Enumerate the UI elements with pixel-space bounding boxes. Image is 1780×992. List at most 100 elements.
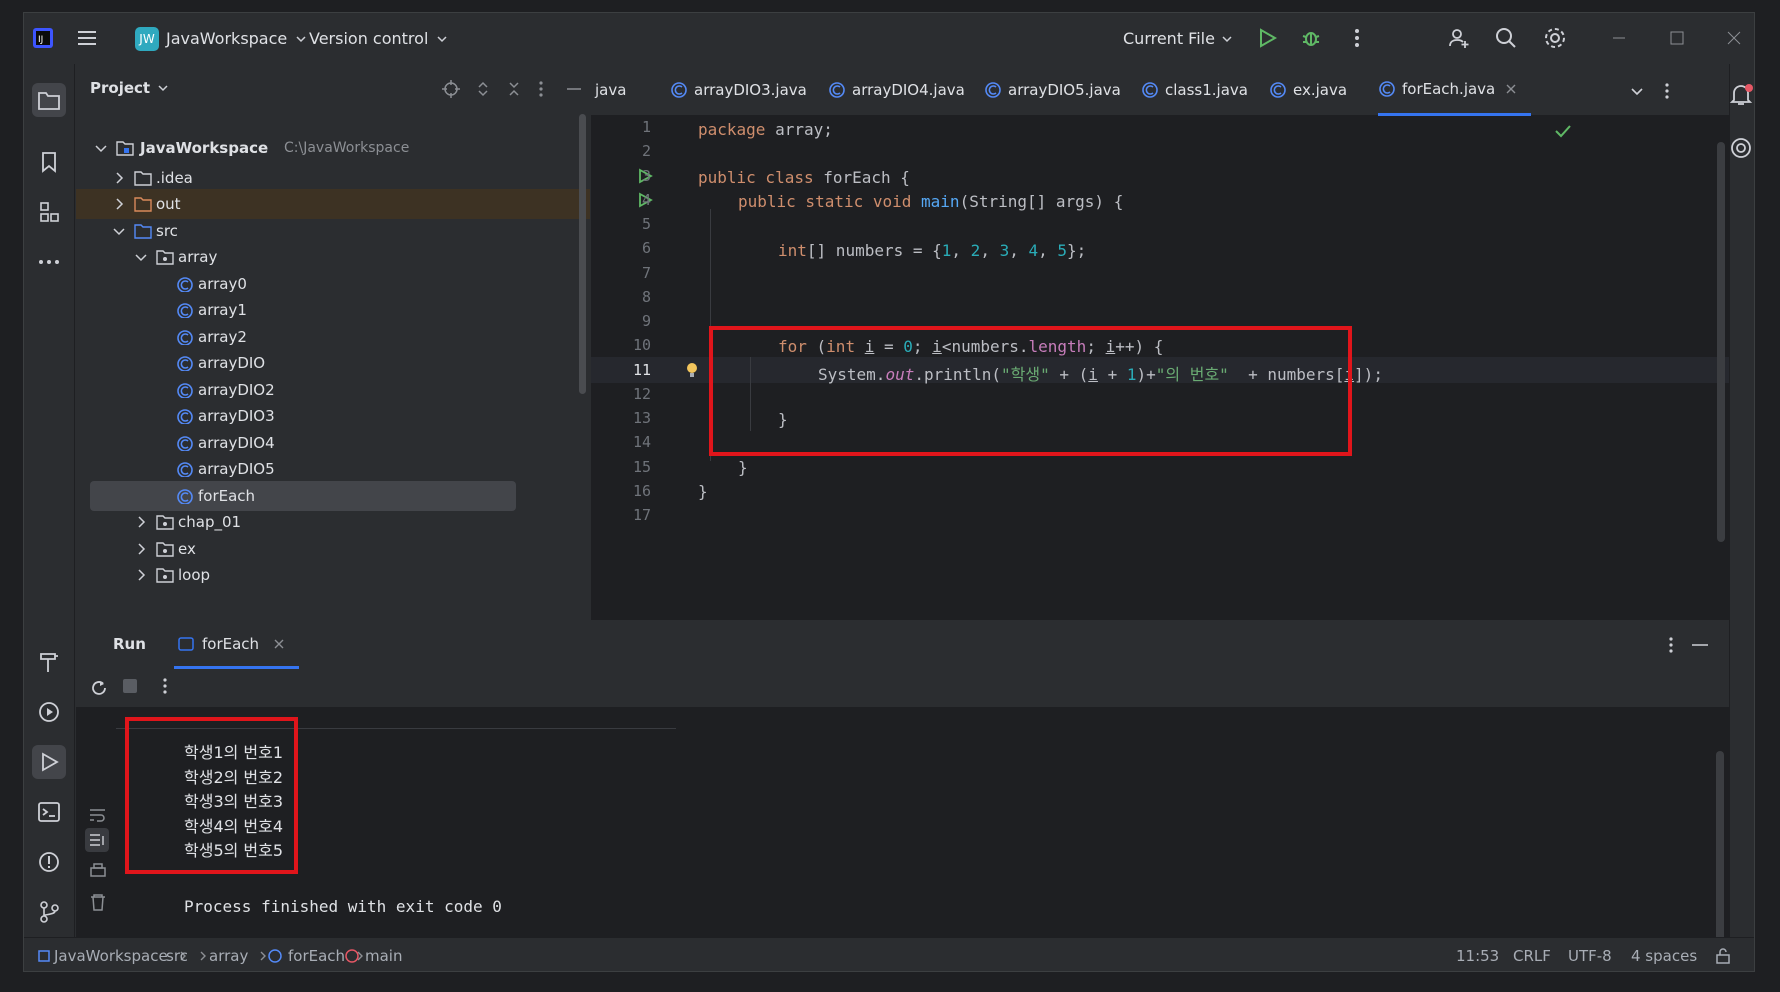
project-scrollbar[interactable] — [579, 114, 586, 394]
soft-wrap-icon[interactable] — [89, 807, 107, 823]
close-tab-icon[interactable] — [1505, 83, 1517, 95]
hide-run-panel-icon[interactable] — [1691, 636, 1709, 654]
indent-setting[interactable]: 4 spaces — [1631, 938, 1697, 971]
build-hammer-icon[interactable] — [32, 645, 66, 679]
structure-icon[interactable] — [32, 195, 66, 229]
problems-icon[interactable] — [32, 845, 66, 879]
lightbulb-icon[interactable] — [685, 361, 699, 379]
token: ]); — [1354, 365, 1383, 384]
breadcrumb-item[interactable]: main — [344, 938, 403, 971]
search-icon[interactable] — [1491, 23, 1521, 53]
line-number: 2 — [641, 142, 651, 161]
editor-tab[interactable]: arrayDIO3.java — [670, 64, 807, 116]
tree-item[interactable]: chap_01 — [76, 507, 590, 537]
stop-icon[interactable] — [123, 679, 137, 693]
line-number: 15 — [632, 457, 651, 476]
tabs-dropdown-icon[interactable] — [1629, 86, 1645, 98]
project-panel-title[interactable]: Project — [90, 79, 170, 97]
line-number: 4 — [641, 190, 651, 209]
terminal-icon[interactable] — [32, 795, 66, 829]
print-icon[interactable] — [89, 862, 107, 880]
run-tool-icon[interactable] — [32, 745, 66, 779]
read-only-lock-icon[interactable] — [1715, 938, 1731, 971]
code-line-3[interactable]: public class forEach { — [698, 168, 910, 187]
close-window-icon[interactable] — [1719, 23, 1749, 53]
code-line-10[interactable]: for (int i = 0; i<numbers.length; i++) { — [778, 337, 1163, 356]
code-line-16[interactable]: } — [698, 482, 708, 501]
console-scrollbar[interactable] — [1716, 751, 1724, 941]
scroll-to-end-icon[interactable] — [85, 828, 109, 852]
tree-root[interactable]: JavaWorkspace C:\JavaWorkspace — [76, 133, 590, 163]
no-problems-check-icon — [1554, 124, 1572, 138]
main-menu-icon[interactable] — [72, 23, 102, 53]
run-tab-foreach[interactable]: forEach — [174, 621, 299, 669]
services-icon[interactable] — [32, 695, 66, 729]
token: 0 — [903, 337, 913, 356]
file-encoding[interactable]: UTF-8 — [1568, 938, 1612, 971]
right-tool-strip — [1728, 64, 1754, 949]
breadcrumb-label: main — [365, 947, 403, 965]
breadcrumb-item[interactable]: src — [166, 938, 208, 971]
project-tool-icon[interactable] — [32, 83, 66, 117]
hide-panel-icon[interactable] — [566, 80, 582, 98]
caret-position[interactable]: 11:53 — [1456, 938, 1499, 971]
run-button[interactable] — [1252, 23, 1282, 53]
more-tools-icon[interactable] — [32, 245, 66, 279]
tree-item[interactable]: arrayDIO3 — [76, 401, 590, 431]
tree-item[interactable]: arrayDIO — [76, 348, 590, 378]
tree-item[interactable]: arrayDIO5 — [76, 454, 590, 484]
tree-item[interactable]: out — [76, 189, 590, 219]
code-line-11[interactable]: System.out.println("학생" + (i + 1)+"의 번호"… — [818, 361, 1383, 385]
editor-tab[interactable]: class1.java — [1141, 64, 1248, 116]
run-toolbar-more-icon[interactable] — [162, 677, 168, 695]
tree-item[interactable]: loop — [76, 560, 590, 590]
project-switcher[interactable]: JW JavaWorkspace — [135, 13, 309, 64]
panel-options-icon[interactable] — [538, 80, 544, 98]
settings-gear-icon[interactable] — [1540, 23, 1570, 53]
code-with-me-icon[interactable] — [1444, 23, 1474, 53]
editor-tab[interactable]: ex.java — [1269, 64, 1347, 116]
locate-file-icon[interactable] — [442, 80, 460, 98]
line-number: 7 — [641, 263, 651, 282]
breadcrumb-item[interactable]: array — [209, 938, 268, 971]
run-config-selector[interactable]: Current File — [1123, 13, 1235, 64]
java-class-icon — [268, 949, 282, 963]
token: package — [698, 120, 766, 139]
run-tab-label: forEach — [202, 634, 260, 653]
rerun-icon[interactable] — [90, 679, 108, 697]
line-number: 13 — [632, 409, 651, 427]
editor-tab[interactable]: forEach.java — [1378, 64, 1532, 116]
tabs-more-icon[interactable] — [1664, 82, 1670, 100]
editor-tab[interactable]: java — [595, 64, 626, 116]
code-line-1[interactable]: package array; — [698, 120, 833, 139]
bookmarks-icon[interactable] — [32, 145, 66, 179]
expand-all-icon[interactable] — [476, 80, 490, 98]
code-line-4[interactable]: public static void main(String[] args) { — [738, 192, 1123, 211]
collapse-all-icon[interactable] — [507, 80, 521, 98]
code-line-6[interactable]: int[] numbers = {1, 2, 3, 4, 5}; — [778, 241, 1086, 260]
run-options-icon[interactable] — [1668, 636, 1674, 654]
editor-tab[interactable]: arrayDIO5.java — [984, 64, 1121, 116]
tree-item[interactable]: array1 — [76, 295, 590, 325]
code-line-15[interactable]: } — [738, 458, 748, 477]
clear-trash-icon[interactable] — [89, 893, 107, 911]
code-line-13[interactable]: } — [778, 410, 788, 429]
java-class-icon — [177, 409, 193, 424]
more-actions-icon[interactable] — [1342, 23, 1372, 53]
debug-button[interactable] — [1296, 23, 1326, 53]
token: }; — [1067, 241, 1087, 260]
minimize-window-icon[interactable] — [1604, 23, 1634, 53]
maximize-window-icon[interactable] — [1662, 23, 1692, 53]
editor-tab[interactable]: arrayDIO4.java — [828, 64, 965, 116]
notifications-bell-icon[interactable] — [1728, 82, 1754, 108]
ai-assistant-icon[interactable] — [1729, 136, 1753, 160]
close-tab-icon[interactable] — [273, 638, 285, 650]
console-output-line: 학생1의 번호1 — [184, 743, 284, 762]
editor-scrollbar[interactable] — [1717, 142, 1725, 542]
vcs-menu[interactable]: Version control — [309, 13, 450, 64]
git-branch-icon[interactable] — [32, 895, 66, 929]
tree-item-label: forEach — [198, 487, 256, 505]
tree-item[interactable]: array — [76, 242, 590, 272]
tree-item-label: src — [156, 222, 178, 240]
line-separator[interactable]: CRLF — [1513, 938, 1551, 971]
